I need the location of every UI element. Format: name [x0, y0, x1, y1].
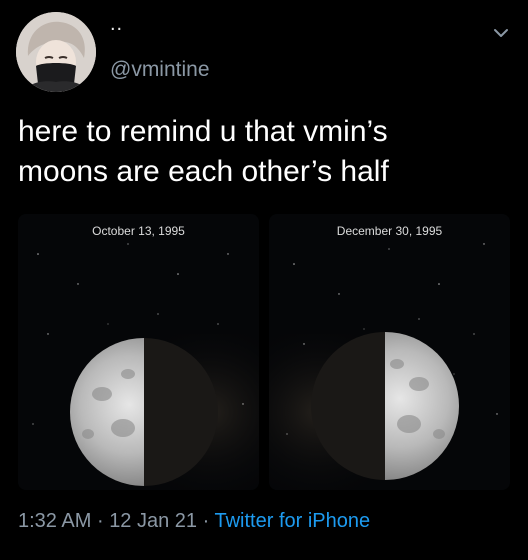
user-handle[interactable]: @vmintine [110, 58, 210, 82]
chevron-down-icon[interactable] [492, 24, 510, 42]
tweet-meta: 1:32 AM · 12 Jan 21 · Twitter for iPhone [18, 510, 370, 533]
tweet-source-link[interactable]: Twitter for iPhone [214, 510, 370, 532]
avatar[interactable] [16, 12, 96, 92]
meta-separator: · [202, 510, 210, 532]
tweet-date[interactable]: 12 Jan 21 [109, 510, 197, 532]
moon-date-left: October 13, 1995 [92, 224, 185, 238]
tweet-time: 1:32 AM [18, 510, 92, 532]
moon-date-right: December 30, 1995 [336, 224, 443, 238]
display-name[interactable]: .. [110, 14, 123, 34]
tweet-text: here to remind u that vmin’s moons are e… [18, 115, 389, 188]
moon-image-right [269, 214, 510, 490]
tweet-media[interactable]: October 13, 1995 December 30, 1995 [18, 214, 510, 490]
moon-photo-left[interactable]: October 13, 1995 [18, 214, 259, 490]
meta-separator: · [96, 510, 104, 532]
avatar-image [16, 12, 96, 92]
moon-image-left [18, 214, 259, 490]
moon-photo-right[interactable]: December 30, 1995 [269, 214, 510, 490]
